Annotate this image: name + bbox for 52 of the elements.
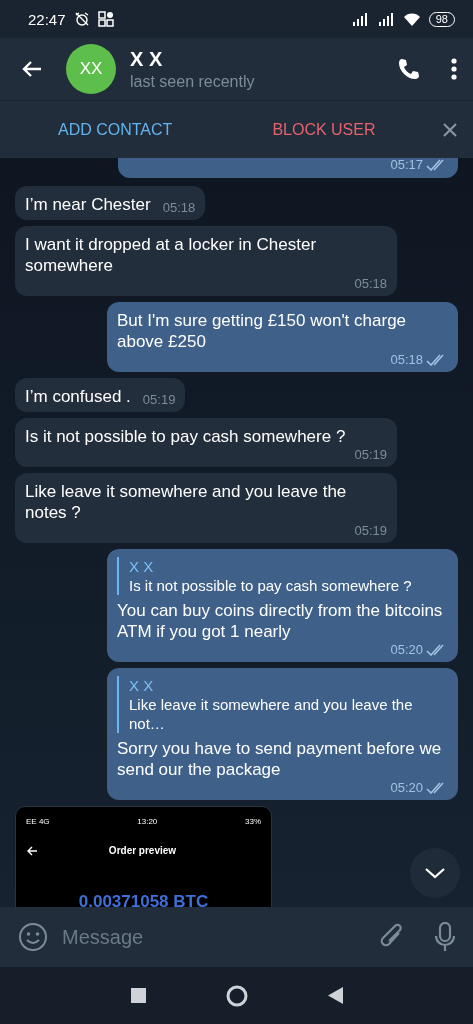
quote-author: X X	[129, 557, 155, 576]
back-triangle-icon[interactable]	[327, 987, 343, 1004]
message-text: You can buy coins directly from the bitcoins ATM if you got 1 nearly	[117, 600, 444, 642]
message-text: But I'm sure getting £150 won't charge above £250	[117, 310, 408, 352]
emoji-icon[interactable]	[18, 922, 48, 952]
last-seen-status: last seen recently	[130, 72, 256, 91]
quoted-message[interactable]: X X Like leave it somewhere and you leave the not…	[117, 676, 448, 733]
quoted-message[interactable]: X X Is it not possible to pay cash somewhere ?	[117, 557, 448, 595]
message-text: Is it not possible to pay cash somewhere ?	[25, 426, 346, 447]
message-text: I’m confused .	[25, 386, 131, 407]
square-icon[interactable]	[130, 988, 146, 1003]
chevron-down-icon	[424, 867, 446, 879]
add-contact-button[interactable]: ADD CONTACT	[58, 116, 173, 143]
wifi-icon	[402, 11, 421, 27]
microphone-icon[interactable]	[435, 922, 455, 952]
message-text: Like leave it somewhere and you leave the notes ?	[25, 481, 348, 523]
screen-title: Order preview	[107, 844, 178, 858]
phone-icon[interactable]	[397, 57, 421, 81]
contact-name: X X	[130, 47, 164, 71]
scroll-down-button[interactable]	[410, 848, 460, 898]
back-arrow-icon	[26, 845, 38, 856]
quote-text: Like leave it somewhere and you leave the not…	[129, 695, 414, 733]
message-time: 05:18	[390, 353, 423, 367]
clock-time: 13:20	[137, 816, 158, 828]
message-time: 05:19	[354, 524, 387, 538]
battery-level: 33%	[245, 816, 261, 828]
message-time: 05:19	[142, 393, 176, 407]
message-input[interactable]: Message	[60, 924, 367, 950]
message-text: Sorry you have to send payment before we send our the package	[117, 738, 443, 780]
close-icon[interactable]	[443, 122, 457, 137]
quote-author: X X	[129, 676, 155, 695]
message-time: 05:17	[390, 158, 423, 172]
signal-icon	[350, 11, 369, 27]
more-options-icon[interactable]	[451, 57, 457, 81]
carrier-label: EE 4G	[26, 816, 50, 828]
message-text: I want it dropped at a locker in Chester somewhere	[25, 234, 318, 276]
alarm-off-icon	[73, 11, 90, 27]
signal-icon	[376, 11, 395, 27]
crypto-amount: 0.00371058 BTC	[77, 891, 210, 907]
home-circle-icon[interactable]	[225, 984, 248, 1007]
screenshot-image[interactable]: EE 4G 13:20 33% Order preview 0.00371058 BTC	[15, 806, 272, 907]
message-time: 05:20	[390, 643, 423, 657]
clock-time: 22:47	[28, 10, 66, 28]
block-user-button[interactable]: BLOCK USER	[272, 116, 376, 143]
quote-text: Is it not possible to pay cash somewhere ?	[129, 576, 413, 595]
message-time: 05:19	[354, 448, 387, 462]
message-text: I’m near Chester	[25, 194, 151, 215]
message-time: 05:20	[390, 781, 423, 795]
grid-icon	[97, 11, 114, 27]
message-time: 05:18	[162, 201, 196, 215]
message-time: 05:18	[354, 277, 387, 291]
message-input-bar[interactable]: Message	[0, 907, 473, 967]
